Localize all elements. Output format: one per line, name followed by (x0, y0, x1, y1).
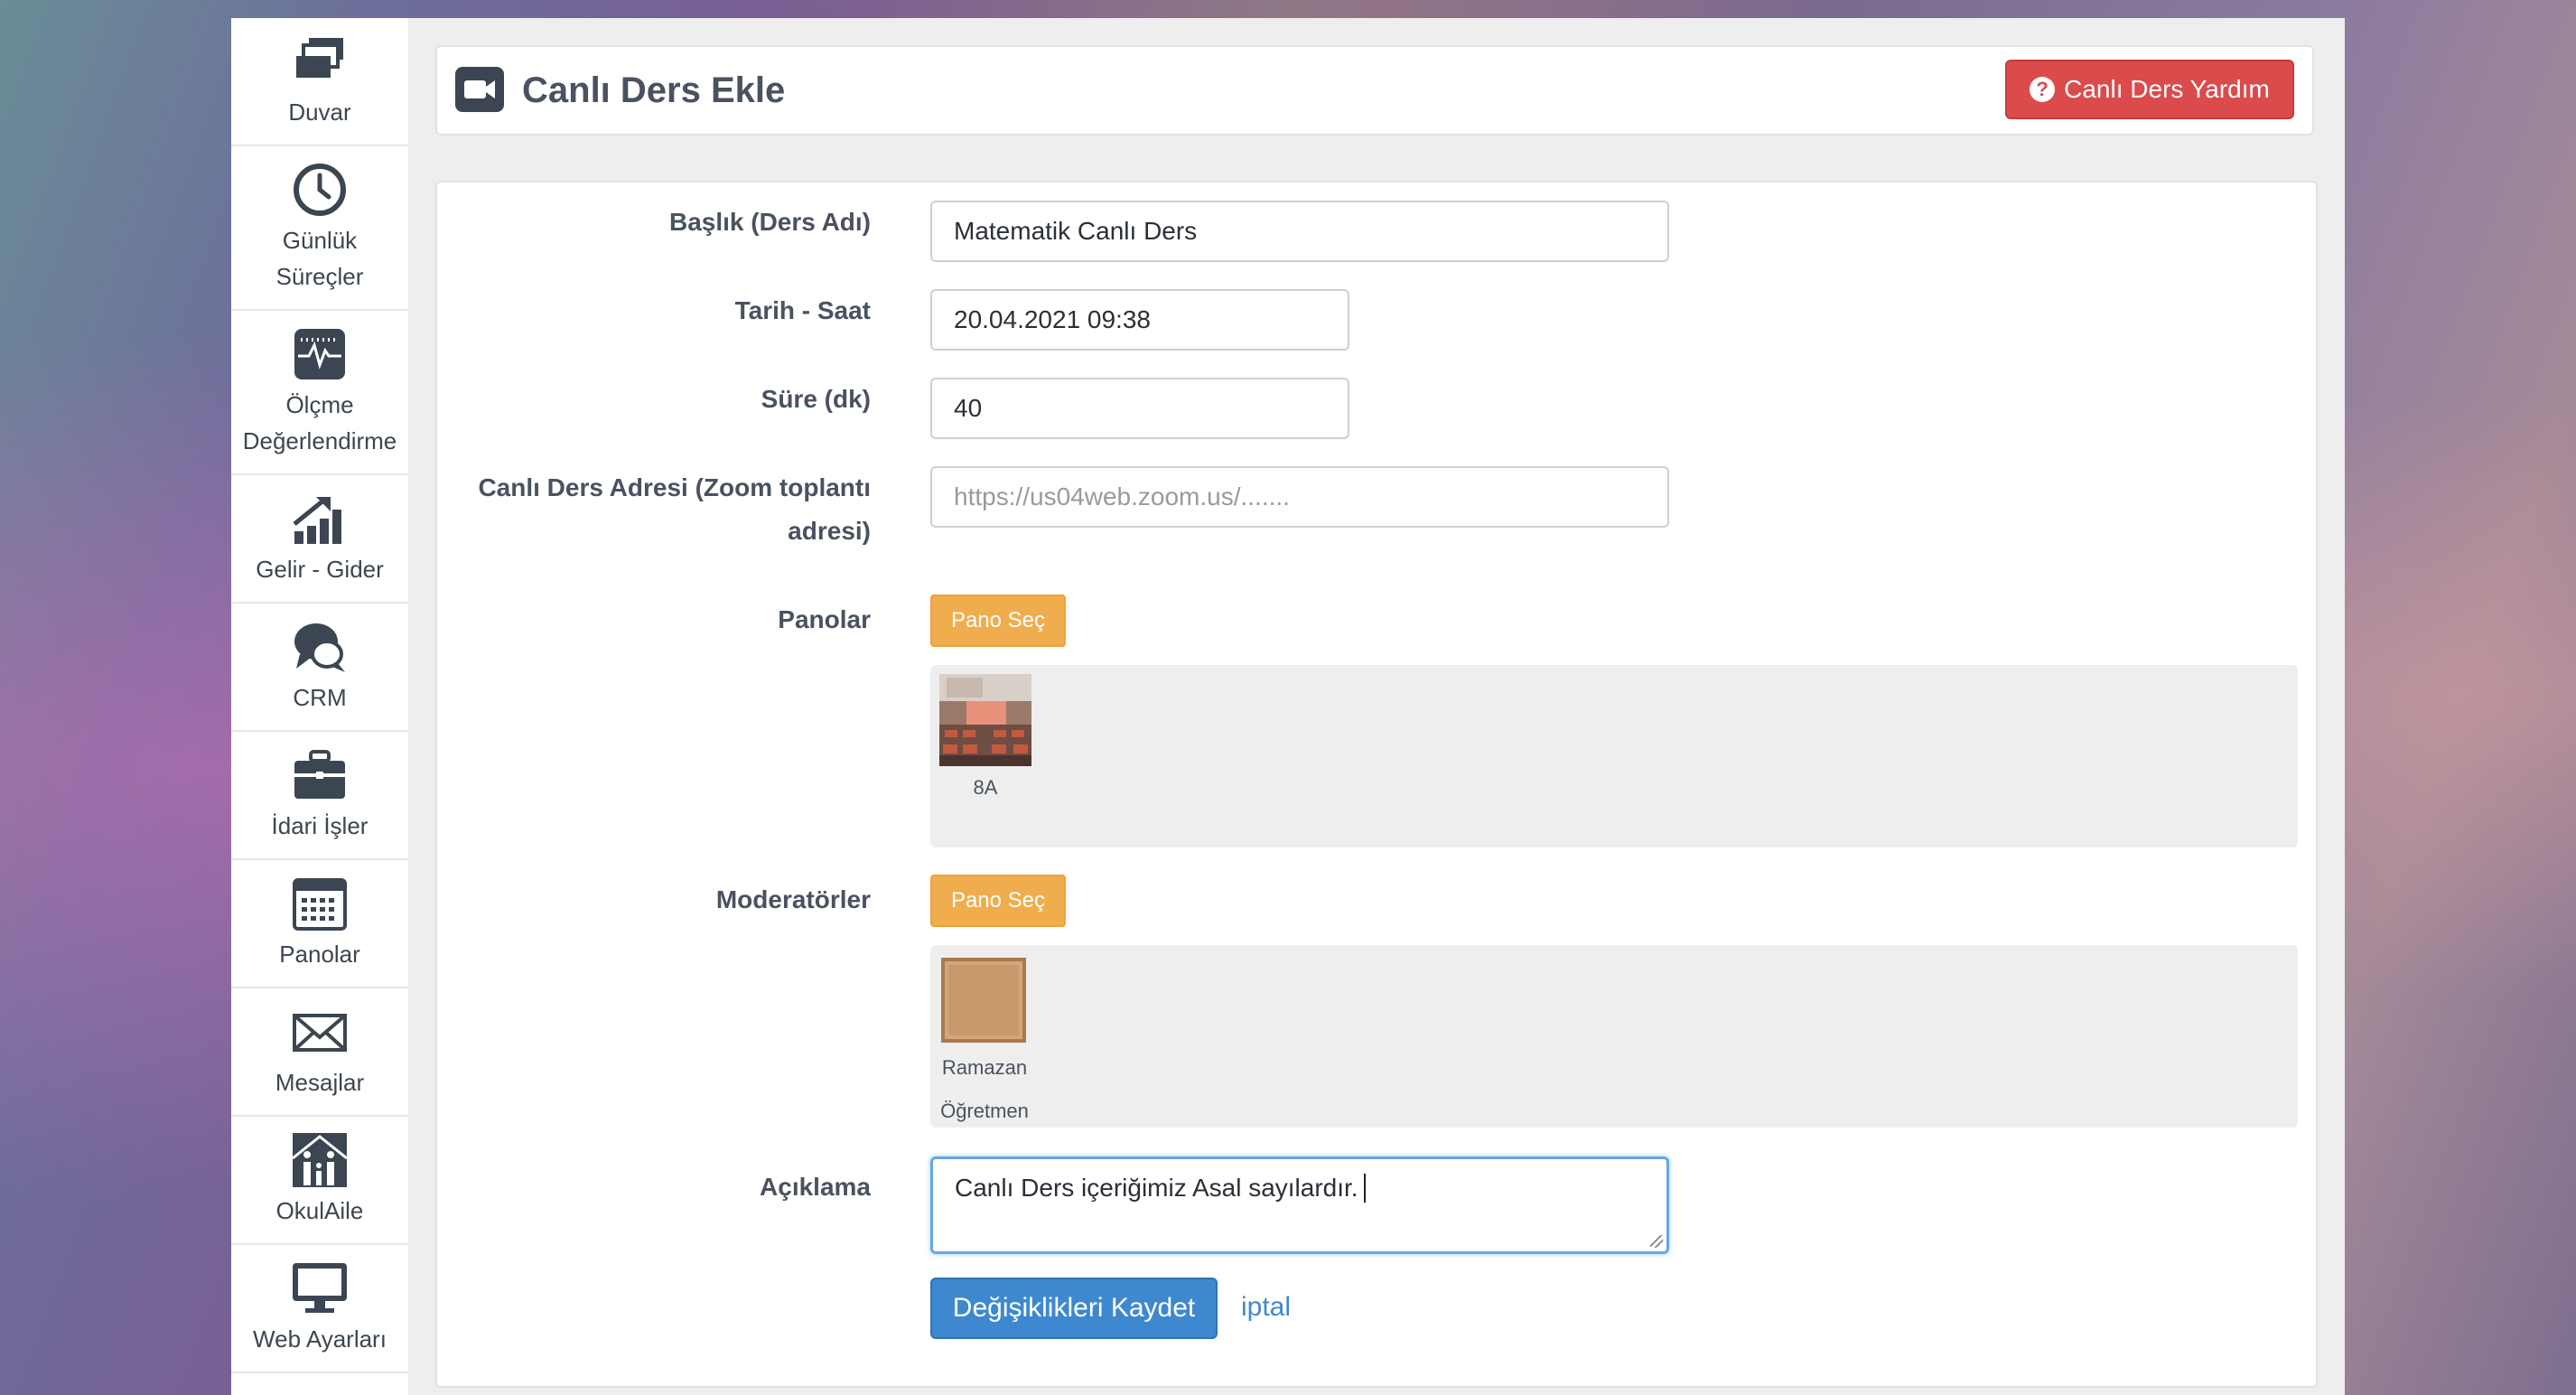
moderator-name: Ramazan Öğretmen (930, 1046, 1039, 1133)
meeting-url-label: Canlı Ders Adresi (Zoom toplantı adresi) (478, 466, 871, 553)
clock-icon (294, 164, 346, 216)
select-moderators-button[interactable]: Pano Seç (930, 875, 1066, 927)
description-textarea[interactable]: Canlı Ders içeriğimiz Asal sayılardır. (930, 1156, 1669, 1254)
moderators-label: Moderatörler (715, 885, 871, 913)
moderator-title: Öğretmen (940, 1100, 1029, 1122)
page-header: Canlı Ders Ekle ? Canlı Ders Yardım (435, 45, 2314, 136)
text-cursor (1363, 1174, 1366, 1203)
sidebar-item-gunluk-surecler[interactable]: Günlük Süreçler (231, 146, 408, 311)
sidebar-item-panolar[interactable]: Panolar (231, 860, 408, 988)
sidebar-item-label: Günlük (282, 227, 358, 254)
description-label: Açıklama (760, 1173, 871, 1201)
stack-icon (296, 38, 343, 78)
help-button[interactable]: ? Canlı Ders Yardım (2005, 60, 2294, 119)
family-icon (292, 1133, 348, 1187)
description-text: Canlı Ders içeriğimiz Asal sayılardır. (955, 1174, 1358, 1202)
meeting-url-input[interactable]: https://us04web.zoom.us/....... (930, 466, 1669, 528)
sidebar-item-label: Ölçme (285, 391, 354, 418)
moderator-thumbnail[interactable] (941, 958, 1026, 1043)
moderator-first-name: Ramazan (941, 1056, 1028, 1079)
datetime-label: Tarih - Saat (734, 296, 871, 324)
title-input[interactable]: Matematik Canlı Ders (930, 201, 1669, 262)
sidebar-item-web-ayarlari[interactable]: Web Ayarları (231, 1245, 408, 1373)
sidebar: Duvar Günlük Süreçler Ölçme Değerlendirm… (231, 18, 408, 1395)
classroom-image (939, 674, 1031, 766)
sidebar-item-label: Mesajlar (275, 1069, 365, 1096)
question-icon: ? (2030, 77, 2056, 102)
sidebar-item-duvar[interactable]: Duvar (231, 18, 408, 146)
sidebar-item-crm[interactable]: CRM (231, 604, 408, 732)
chat-bubbles-icon (294, 623, 345, 672)
sidebar-item-label: Web Ayarları (253, 1325, 387, 1353)
moderator-avatar (941, 958, 1026, 1043)
sidebar-item-label: Süreçler (275, 263, 364, 290)
save-changes-button[interactable]: Değişiklikleri Kaydet (930, 1278, 1218, 1339)
sidebar-item-label: İdari İşler (271, 812, 369, 839)
help-button-label: Canlı Ders Yardım (2064, 75, 2270, 103)
main-content: Canlı Ders Ekle ? Canlı Ders Yardım Başl… (435, 45, 2318, 1388)
live-lesson-form: Başlık (Ders Adı) Matematik Canlı Ders T… (435, 181, 2318, 1388)
sidebar-item-label: CRM (293, 684, 347, 711)
board-name: 8A (973, 776, 998, 799)
monitor-icon (293, 1263, 347, 1313)
sidebar-item-label: OkulAile (275, 1197, 364, 1224)
select-boards-button[interactable]: Pano Seç (930, 595, 1066, 647)
envelope-icon (293, 1014, 347, 1052)
duration-label: Süre (dk) (761, 385, 871, 413)
briefcase-icon (294, 750, 345, 799)
sidebar-item-label: Gelir - Gider (256, 556, 384, 583)
sidebar-item-okulaile[interactable]: OkulAile (231, 1117, 408, 1245)
video-camera-icon (455, 67, 504, 112)
sidebar-item-label: Değerlendirme (242, 427, 397, 454)
calendar-icon (293, 878, 347, 931)
page-title: Canlı Ders Ekle (522, 70, 786, 110)
cancel-link[interactable]: iptal (1241, 1292, 1291, 1323)
sidebar-item-label: Duvar (288, 98, 351, 126)
pulse-icon (294, 329, 345, 379)
datetime-input[interactable]: 20.04.2021 09:38 (930, 289, 1349, 351)
sidebar-item-gelir-gider[interactable]: Gelir - Gider (231, 475, 408, 604)
selected-boards-gallery: 8A (930, 665, 2298, 847)
sidebar-item-idari-isler[interactable]: İdari İşler (231, 732, 408, 860)
meeting-url-label-line1: Canlı Ders Adresi (Zoom toplantı (478, 473, 871, 501)
title-label: Başlık (Ders Adı) (668, 208, 871, 236)
meeting-url-label-line2: adresi) (788, 517, 871, 545)
board-thumbnail[interactable] (939, 674, 1031, 766)
sidebar-item-mesajlar[interactable]: Mesajlar (231, 988, 408, 1117)
app-window: Duvar Günlük Süreçler Ölçme Değerlendirm… (231, 18, 2345, 1395)
resize-handle[interactable] (1650, 1235, 1663, 1248)
selected-moderators-gallery: Ramazan Öğretmen (930, 945, 2298, 1128)
growth-chart-icon (293, 497, 341, 544)
sidebar-item-olcme-degerlendirme[interactable]: Ölçme Değerlendirme (231, 311, 408, 475)
sidebar-item-label: Panolar (279, 941, 360, 968)
boards-label: Panolar (778, 605, 871, 633)
duration-input[interactable]: 40 (930, 378, 1349, 439)
